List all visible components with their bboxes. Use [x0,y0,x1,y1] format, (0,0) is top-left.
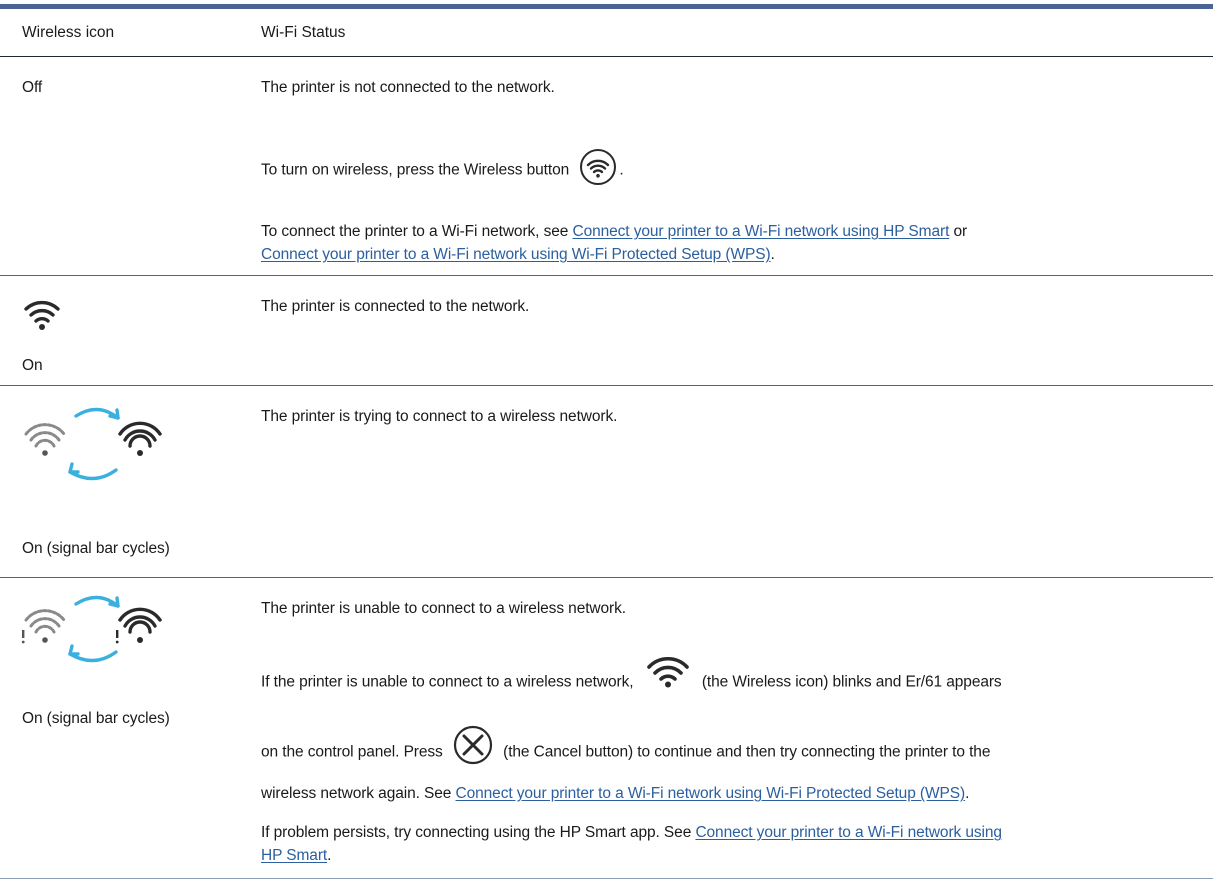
row-off-status: The printer is not connected to the netw… [261,79,555,96]
table-top-border [0,4,1213,9]
para1-text: If the printer is unable to connect to a… [261,673,634,691]
row-off-state: Off [22,79,43,96]
para2-suffix: (the Cancel button) to continue and then… [503,743,991,761]
table-bottom-border [0,878,1213,879]
link-connect-hp-smart-a[interactable]: Connect your printer to a Wi-Fi network … [695,824,1002,841]
cancel-button-icon [453,725,493,772]
period: . [770,246,775,263]
period: . [965,785,970,802]
para1-suffix: (the Wireless icon) blinks and Er/61 app… [701,673,1002,691]
link-connect-hp-smart[interactable]: Connect your printer to a Wi-Fi network … [572,223,949,240]
header-wireless-icon: Wireless icon [22,24,115,41]
wireless-button-icon [579,148,617,193]
row-unable-para3: wireless network again. See Connect your… [261,783,1196,805]
wireless-icon [22,296,62,337]
row-trying-status: The printer is trying to connect to a wi… [261,408,618,425]
row-off-turn-on: To turn on wireless, press the Wireless … [261,148,1196,193]
row-unable-state: On (signal bar cycles) [22,710,170,727]
connect-text: To connect the printer to a Wi-Fi networ… [261,223,569,240]
header-divider [0,56,1213,57]
turn-on-text: To turn on wireless, press the Wireless … [261,161,570,179]
row-off-connect-line1: To connect the printer to a Wi-Fi networ… [261,221,1196,243]
wireless-icon [646,656,690,695]
or-text: or [953,223,968,240]
link-connect-wps[interactable]: Connect your printer to a Wi-Fi network … [456,785,966,802]
row-divider [0,577,1213,578]
wireless-error-cycle-icon [20,590,170,677]
row-divider [0,275,1213,276]
row-off-connect-line2: Connect your printer to a Wi-Fi network … [261,244,1196,266]
row-on-state: On [22,357,43,374]
wireless-cycle-icon [20,398,170,507]
row-trying-state: On (signal bar cycles) [22,540,170,557]
para4-text: If problem persists, try connecting usin… [261,824,692,841]
row-unable-status: The printer is unable to connect to a wi… [261,600,626,617]
row-unable-para1: If the printer is unable to connect to a… [261,657,1196,695]
para2-text: on the control panel. Press [261,743,443,761]
period: . [327,847,332,864]
wireless-status-table: Wireless icon Wi-Fi Status Off The print… [0,0,1213,882]
row-unable-para4-line2: HP Smart. [261,845,1196,867]
row-unable-para2: on the control panel. Press (the Cancel … [261,725,1196,772]
link-connect-wps[interactable]: Connect your printer to a Wi-Fi network … [261,246,771,263]
row-on-status: The printer is connected to the network. [261,298,530,315]
link-connect-hp-smart-b[interactable]: HP Smart [261,847,327,864]
row-unable-para4: If problem persists, try connecting usin… [261,822,1196,844]
row-divider [0,385,1213,386]
header-wifi-status: Wi-Fi Status [261,24,346,41]
period: . [619,161,624,179]
para3-text: wireless network again. See [261,785,452,802]
